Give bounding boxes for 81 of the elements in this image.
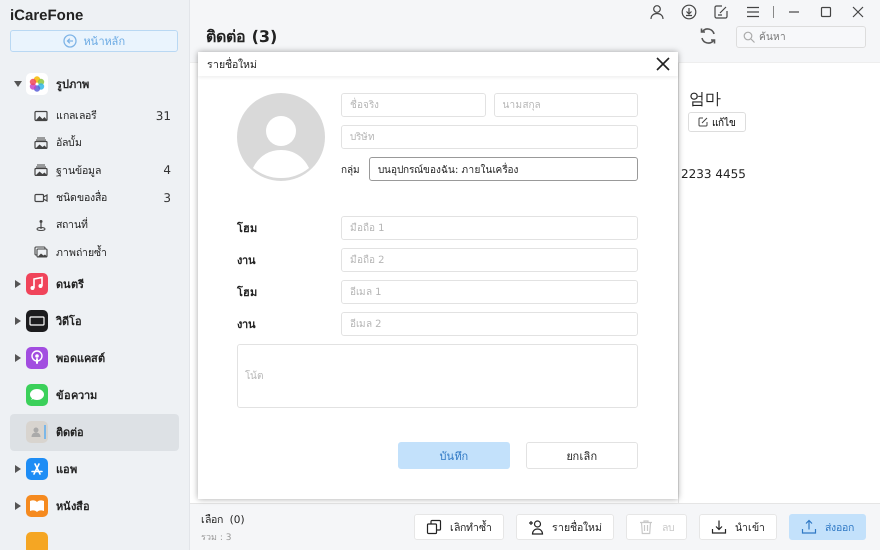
last-name-field[interactable]: นามสกุล <box>494 93 638 117</box>
field-label: งาน <box>237 317 257 333</box>
trash-icon <box>638 519 654 535</box>
close-icon[interactable] <box>656 57 670 71</box>
image-icon <box>34 110 48 122</box>
sidebar-item[interactable]: พอดแคสต์ <box>10 340 179 377</box>
sidebar-item[interactable]: วิดีโอ <box>10 302 179 340</box>
speech-bubble-icon <box>26 384 48 406</box>
group-field[interactable]: บนอุปกรณ์ของฉัน: ภายในเครื่อง <box>369 157 638 181</box>
app-name: iCareFone <box>9 6 84 24</box>
flower-icon <box>26 72 48 94</box>
note-field[interactable]: โน้ต <box>237 344 638 408</box>
sidebar-subitem[interactable]: อัลบั้ม <box>10 129 179 157</box>
tv-icon <box>26 310 48 332</box>
contact-name: 엄마 <box>689 89 721 110</box>
photos-stack-icon <box>34 246 48 258</box>
cancel-button[interactable]: ยกเลิก <box>526 442 638 469</box>
first-name-field[interactable]: ชื่อจริง <box>341 93 486 117</box>
item-count: 3 <box>163 190 171 205</box>
sidebar-subitem[interactable]: แกลเลอรี 31 <box>10 102 179 130</box>
edit-button[interactable]: แก้ไข <box>688 112 746 132</box>
input-field[interactable]: อีเมล 2 <box>341 312 638 336</box>
note-edit-icon[interactable] <box>713 4 729 20</box>
toolbar-button[interactable]: เลิกทำซ้ำ <box>414 514 504 540</box>
avatar-placeholder-icon <box>237 93 325 181</box>
refresh-icon[interactable] <box>698 26 718 46</box>
sidebar-subitem-label: ฐานข้อมูล <box>56 164 102 179</box>
item-count: 31 <box>156 108 171 123</box>
dialog-title: รายชื่อใหม่ <box>207 56 257 72</box>
field-label: โฮม <box>237 284 258 301</box>
field-label: โฮม <box>237 220 258 237</box>
sidebar-subitem-label: แกลเลอรี <box>56 109 98 124</box>
input-field[interactable]: มือถือ 2 <box>341 248 638 272</box>
total-count: รวม : 3 <box>201 532 232 544</box>
company-field[interactable]: บริษัท <box>341 125 638 149</box>
menu-icon[interactable] <box>745 4 761 20</box>
sidebar-subitem[interactable]: ชนิดของสื่อ 3 <box>10 184 179 212</box>
search-field[interactable]: ค้นหา <box>736 26 866 48</box>
sidebar-item[interactable]: หนังสือ <box>10 488 179 525</box>
sidebar-item[interactable]: แอพ <box>10 450 179 488</box>
photo-stack-icon <box>34 164 48 176</box>
group-label: กลุ่ม <box>341 164 360 176</box>
close-icon[interactable] <box>850 4 866 20</box>
user-icon[interactable] <box>649 4 665 20</box>
input-field[interactable]: อีเมล 1 <box>341 280 638 304</box>
sidebar-subitem[interactable]: สถานที่ <box>10 211 179 238</box>
toolbar-button[interactable]: รายชื่อใหม่ <box>516 514 614 540</box>
selected-count: เลือก (0) <box>201 512 246 528</box>
add-person-icon <box>528 519 544 535</box>
book-icon <box>26 495 48 518</box>
input-field[interactable]: มือถือ 1 <box>341 216 638 240</box>
contact-card-icon <box>26 421 48 444</box>
sidebar-subitem-label: อัลบั้ม <box>56 134 83 152</box>
download-tray-icon <box>711 519 727 535</box>
sidebar-subitem-label: ภาพถ่ายซ้ำ <box>56 244 108 261</box>
item-count: 4 <box>163 163 171 178</box>
video-camera-icon <box>34 192 48 204</box>
download-icon[interactable] <box>681 4 697 20</box>
phone-number: 2233 4455 <box>681 167 746 181</box>
sidebar-item[interactable]: ติดต่อ <box>10 414 179 451</box>
upload-tray-icon <box>801 519 817 535</box>
sidebar-item[interactable]: ดนตรี <box>10 266 179 303</box>
maximize-icon[interactable] <box>818 4 834 20</box>
photo-stack-icon <box>34 136 48 149</box>
field-label: งาน <box>237 253 257 269</box>
edit-icon <box>698 117 708 127</box>
podcast-icon <box>26 347 48 370</box>
pin-icon <box>34 218 48 231</box>
app-icon <box>26 532 48 550</box>
music-note-icon <box>26 273 48 296</box>
copy-icon <box>426 519 442 535</box>
sidebar-subitem[interactable]: ภาพถ่ายซ้ำ <box>10 238 179 266</box>
app-store-icon <box>26 458 48 480</box>
sidebar-subitem-label: ชนิดของสื่อ <box>56 189 108 206</box>
toolbar-button[interactable]: นำเข้า <box>699 514 777 540</box>
sidebar-subitem[interactable]: ฐานข้อมูล 4 <box>10 156 179 184</box>
page-title: ติดต่อ (3) <box>206 26 278 48</box>
search-icon <box>743 31 755 43</box>
sidebar-item[interactable]: ข้อความ <box>10 376 179 414</box>
sidebar-subitem-label: สถานที่ <box>56 216 89 234</box>
sidebar-item[interactable]: รูปภาพ <box>10 65 179 102</box>
